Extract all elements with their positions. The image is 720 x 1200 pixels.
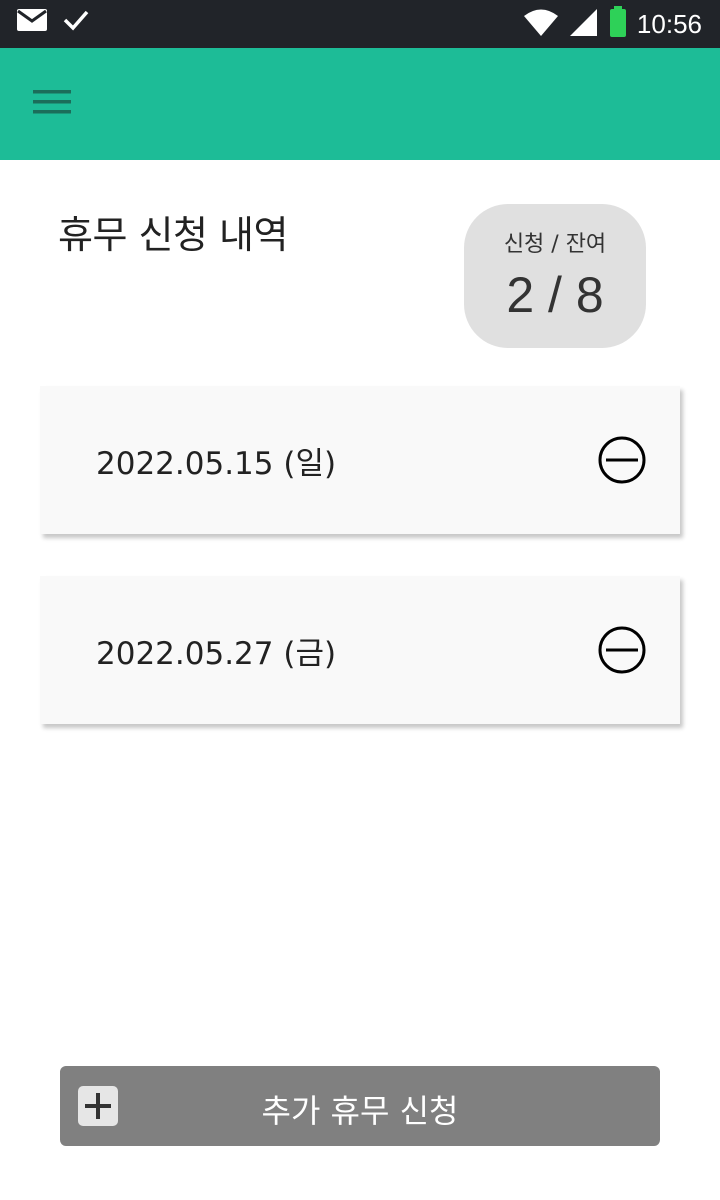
- app-bar: [0, 48, 720, 160]
- summary-value: 2 / 8: [506, 267, 604, 323]
- leave-date: 2022.05.15 (일): [96, 446, 337, 482]
- add-leave-label: 추가 휴무 신청: [261, 1092, 459, 1130]
- page-title: 휴무 신청 내역: [58, 213, 288, 257]
- hamburger-menu-icon: [33, 88, 71, 120]
- status-time: 10:56: [636, 8, 702, 39]
- add-leave-button[interactable]: 추가 휴무 신청: [60, 1066, 660, 1146]
- check-icon: [62, 8, 90, 36]
- summary-badge: 신청 / 잔여 2 / 8: [464, 204, 646, 348]
- remove-button[interactable]: [596, 434, 648, 486]
- battery-icon: [609, 6, 627, 42]
- mail-icon: [16, 8, 48, 36]
- signal-icon: [569, 7, 599, 41]
- remove-button[interactable]: [596, 624, 648, 676]
- remove-circle-icon: [598, 436, 646, 484]
- list-item: 2022.05.27 (금): [40, 576, 680, 724]
- leave-date: 2022.05.27 (금): [96, 636, 337, 672]
- remove-circle-icon: [598, 626, 646, 674]
- status-left-icons: [16, 8, 90, 36]
- list-item: 2022.05.15 (일): [40, 386, 680, 534]
- menu-button[interactable]: [24, 82, 80, 126]
- status-right-icons: 10:56: [523, 6, 702, 42]
- summary-label: 신청 / 잔여: [503, 232, 607, 257]
- wifi-icon: [523, 7, 559, 41]
- status-bar: 10:56: [0, 0, 720, 48]
